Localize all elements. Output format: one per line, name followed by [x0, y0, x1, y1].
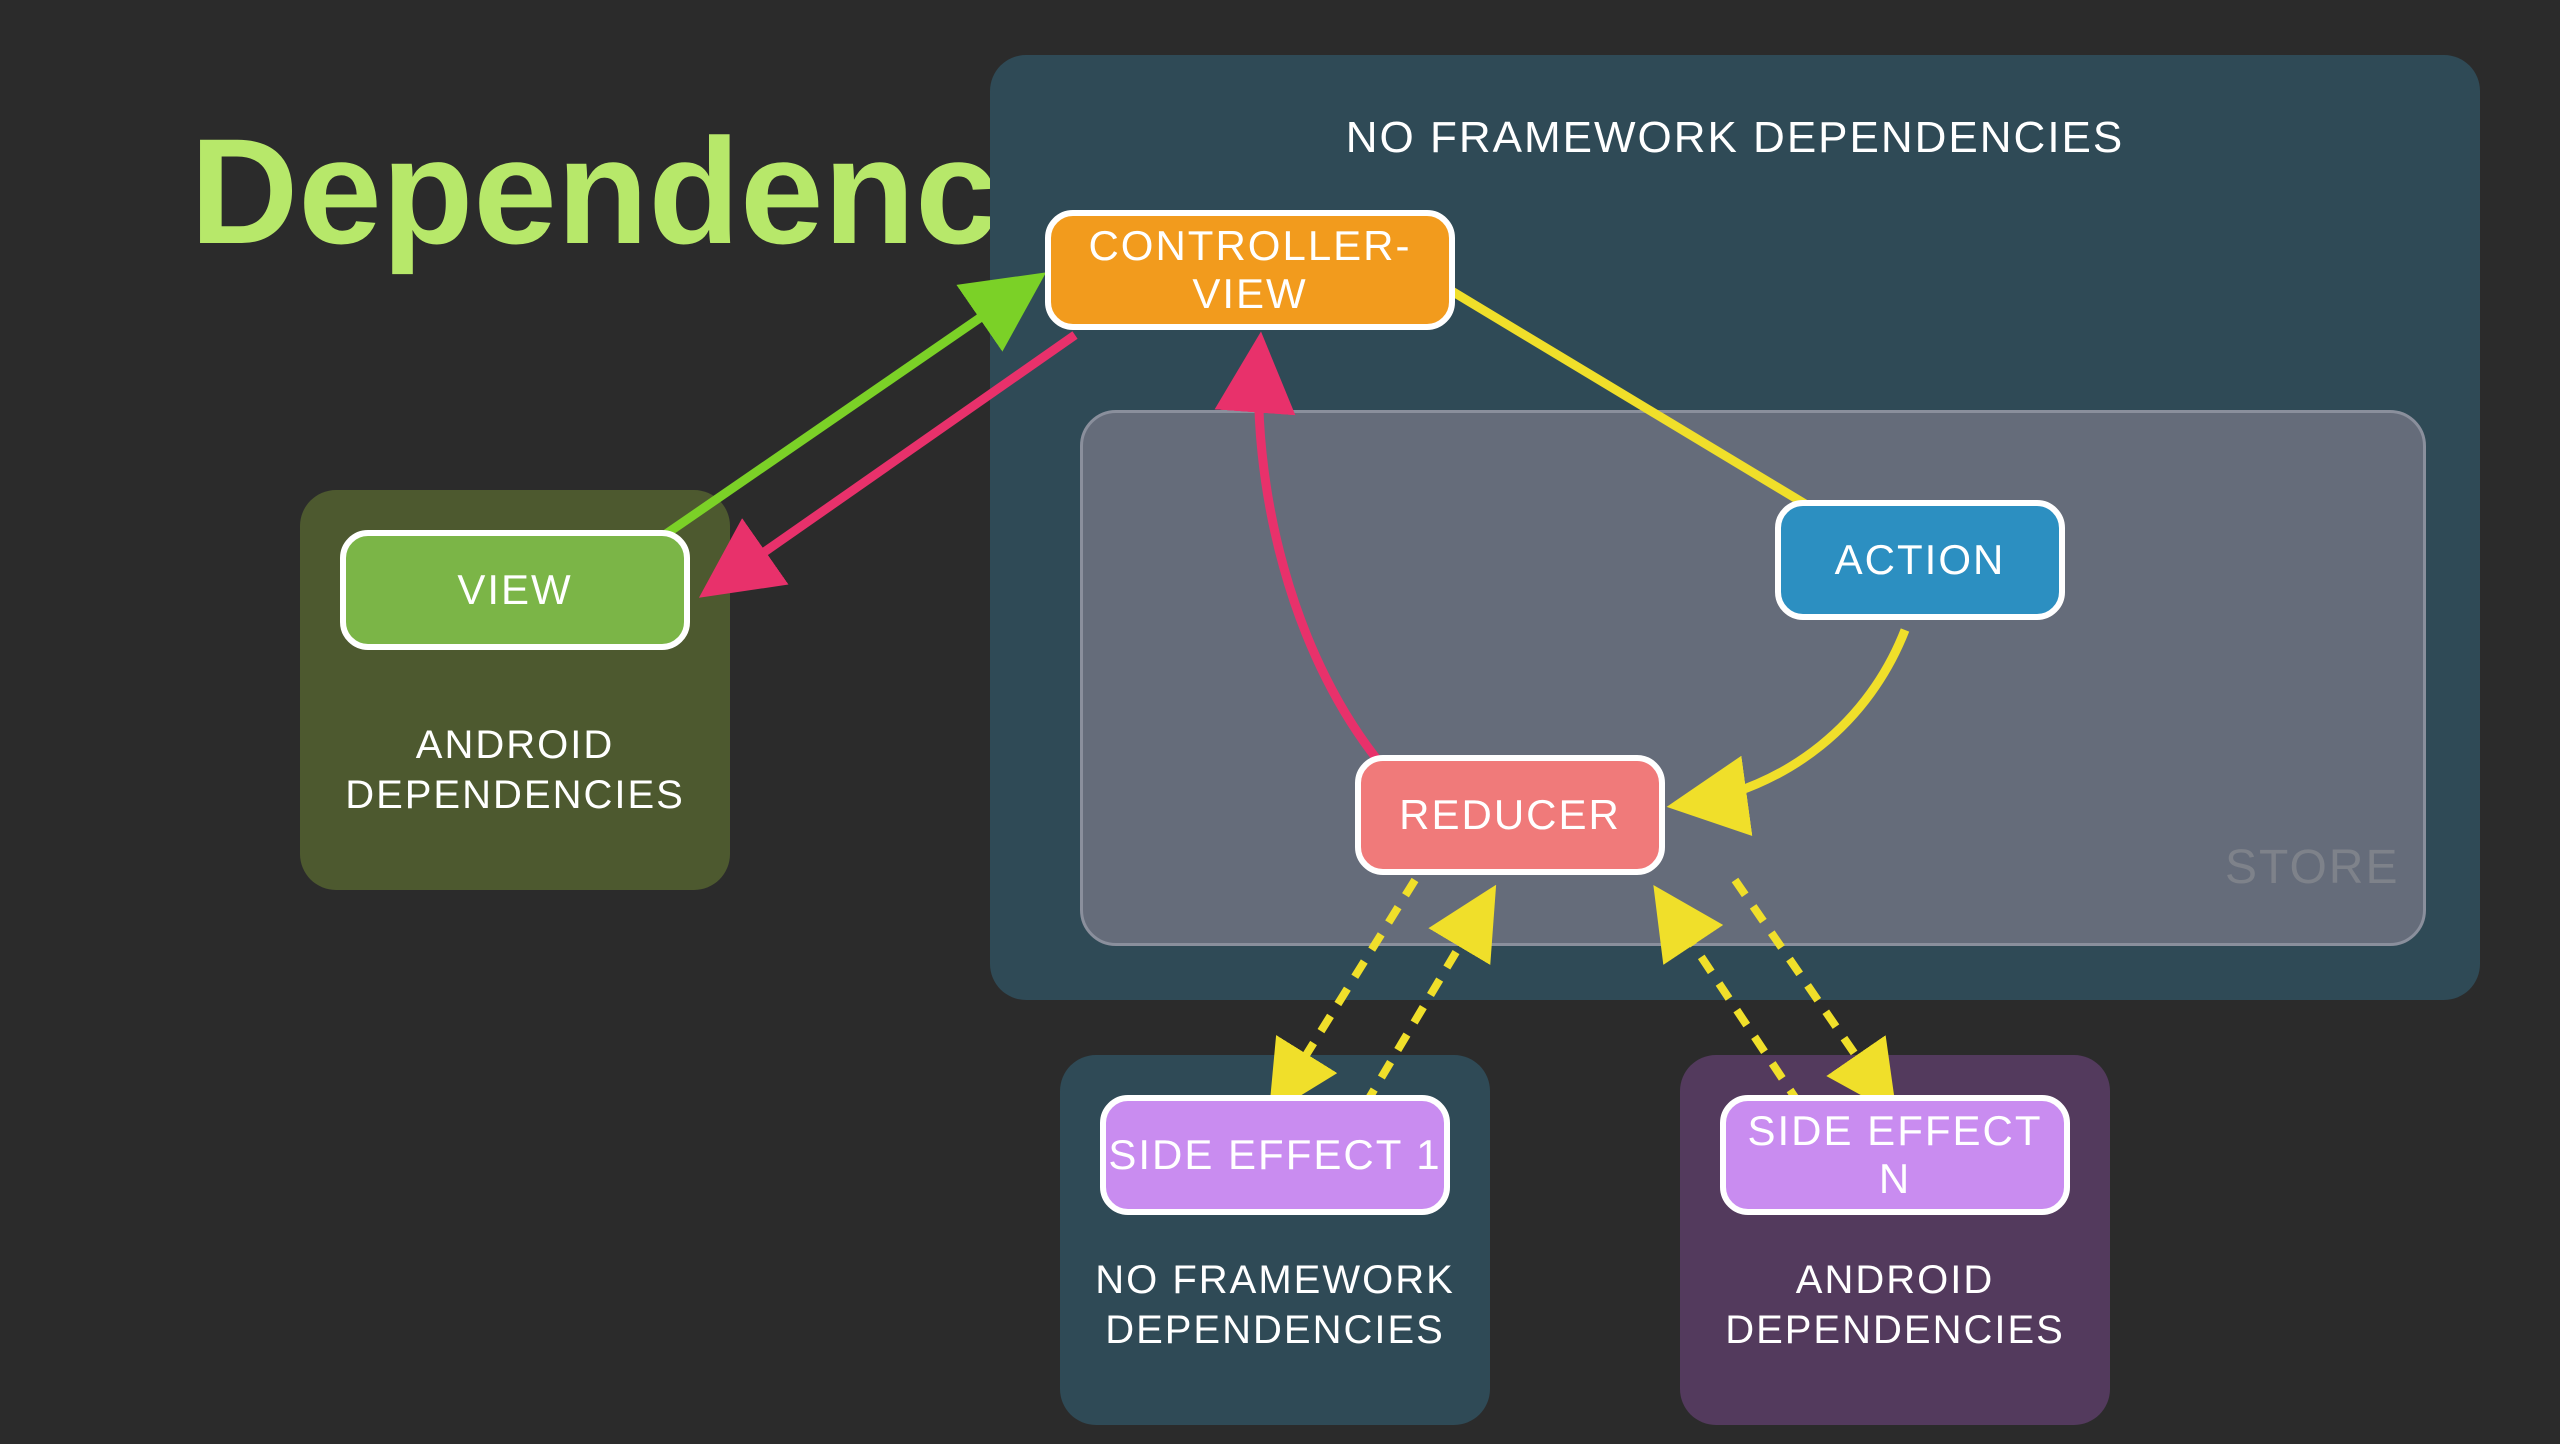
- node-side-effect-n: SIDE EFFECT N: [1720, 1095, 2070, 1215]
- node-controller-view: CONTROLLER-VIEW: [1045, 210, 1455, 330]
- node-reducer: REDUCER: [1355, 755, 1665, 875]
- node-side-effect-1: SIDE EFFECT 1: [1100, 1095, 1450, 1215]
- panel-side-effect-1-caption: NO FRAMEWORK DEPENDENCIES: [1060, 1255, 1490, 1355]
- panel-no-framework-label: NO FRAMEWORK DEPENDENCIES: [1300, 110, 2170, 165]
- node-action: ACTION: [1775, 500, 2065, 620]
- diagram-stage: Dependencies NO FRAMEWORK DEPENDENCIES S…: [0, 0, 2560, 1444]
- panel-side-effect-n-caption: ANDROID DEPENDENCIES: [1680, 1255, 2110, 1355]
- panel-android-view-caption: ANDROID DEPENDENCIES: [300, 720, 730, 820]
- node-view: VIEW: [340, 530, 690, 650]
- store-label: STORE: [2225, 840, 2399, 895]
